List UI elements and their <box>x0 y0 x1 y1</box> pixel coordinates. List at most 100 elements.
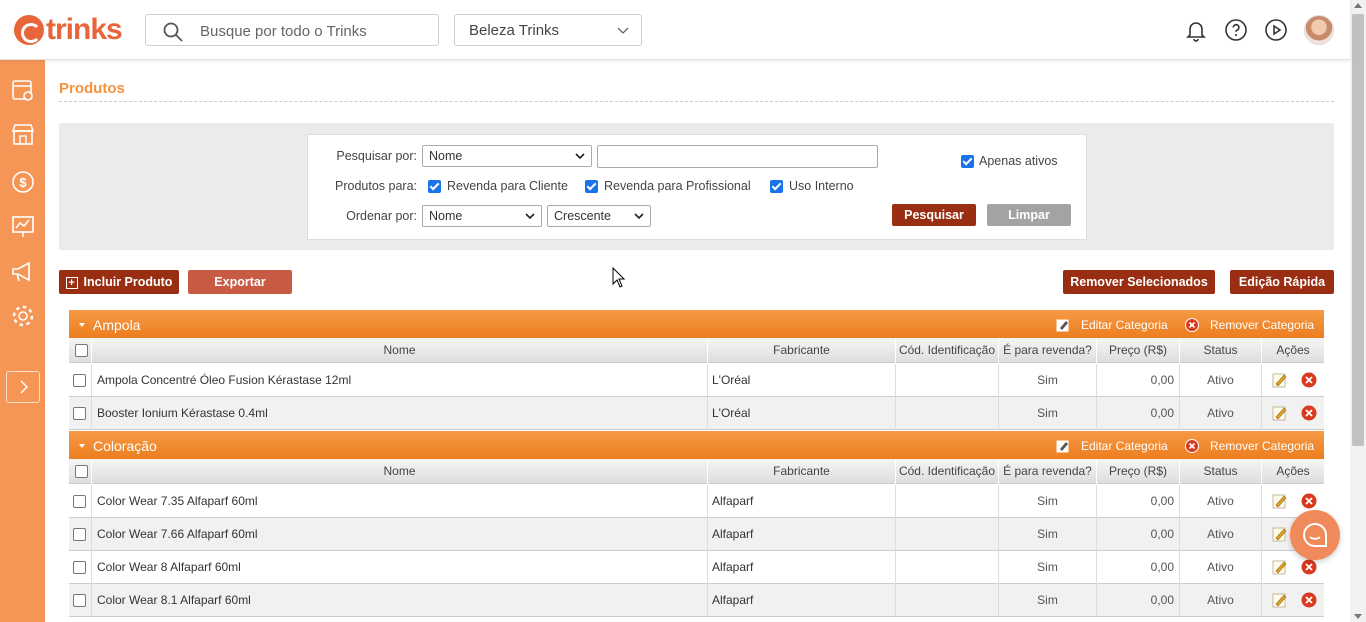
edit-category-link[interactable]: Editar Categoria <box>1081 318 1168 332</box>
row-checkbox[interactable] <box>73 374 86 387</box>
clear-button[interactable]: Limpar <box>987 204 1071 226</box>
cell-maker: L'Oréal <box>707 364 895 397</box>
column-header-codigo[interactable]: Cód. Identificação <box>895 459 998 484</box>
store-icon[interactable] <box>10 122 36 148</box>
search-button[interactable]: Pesquisar <box>892 204 976 226</box>
resale-professional-checkbox[interactable] <box>585 180 598 193</box>
sidebar-expand-button[interactable] <box>6 371 40 403</box>
edit-category-link[interactable]: Editar Categoria <box>1081 439 1168 453</box>
row-checkbox[interactable] <box>73 561 86 574</box>
edit-icon[interactable] <box>1272 526 1288 542</box>
only-active-checkbox[interactable] <box>961 155 974 168</box>
column-header-nome[interactable]: Nome <box>91 459 707 484</box>
cell-price: 0,00 <box>1096 397 1179 430</box>
column-header-fabricante[interactable]: Fabricante <box>707 459 895 484</box>
table-row: Color Wear 7.35 Alfaparf 60ml Alfaparf Sim… <box>69 485 1324 518</box>
chevron-right-icon <box>20 380 29 394</box>
order-by-select[interactable]: Nome <box>422 205 542 227</box>
plus-icon: + <box>65 277 78 289</box>
search-text-field[interactable] <box>597 145 878 168</box>
remove-icon[interactable] <box>1185 318 1199 332</box>
row-checkbox[interactable] <box>73 528 86 541</box>
row-checkbox[interactable] <box>73 594 86 607</box>
chevron-down-icon <box>617 27 629 34</box>
edit-icon[interactable] <box>1272 405 1288 421</box>
column-header-status[interactable]: Status <box>1179 338 1261 363</box>
collapse-caret-icon[interactable] <box>79 444 85 448</box>
cell-code <box>895 584 998 617</box>
column-header-status[interactable]: Status <box>1179 459 1261 484</box>
delete-icon[interactable] <box>1301 559 1317 575</box>
column-header-nome[interactable]: Nome <box>91 338 707 363</box>
agenda-icon[interactable] <box>10 77 36 103</box>
products-for-label: Produtos para: <box>335 179 417 193</box>
cell-actions <box>1261 584 1324 617</box>
play-video-icon[interactable] <box>1264 18 1288 42</box>
row-checkbox[interactable] <box>73 407 86 420</box>
scroll-up-arrow[interactable] <box>1354 3 1362 8</box>
resale-client-checkbox[interactable] <box>428 180 441 193</box>
finance-icon[interactable]: $ <box>10 169 36 195</box>
help-icon[interactable] <box>1224 18 1248 42</box>
select-all-checkbox[interactable] <box>75 465 88 478</box>
category-header-ampola[interactable]: Ampola Editar Categoria Remover Categori… <box>69 310 1324 339</box>
filter-form: Pesquisar por: Nome Produtos para: Reven… <box>307 134 1087 240</box>
cell-maker: Alfaparf <box>707 485 895 518</box>
global-search[interactable] <box>145 14 439 46</box>
chevron-down-icon <box>575 153 585 160</box>
search-by-select[interactable]: Nome <box>422 145 592 167</box>
edit-icon[interactable] <box>1056 318 1070 332</box>
remove-icon[interactable] <box>1185 439 1199 453</box>
remove-category-link[interactable]: Remover Categoria <box>1210 318 1314 332</box>
category-header-coloracao[interactable]: Coloração Editar Categoria Remover Categ… <box>69 431 1324 460</box>
column-header-revenda[interactable]: É para revenda? <box>998 338 1096 363</box>
edit-icon[interactable] <box>1056 439 1070 453</box>
cell-resale: Sim <box>998 397 1096 430</box>
column-header-fabricante[interactable]: Fabricante <box>707 338 895 363</box>
collapse-caret-icon[interactable] <box>79 323 85 327</box>
user-avatar[interactable] <box>1304 15 1334 45</box>
column-header-preco[interactable]: Preço (R$) <box>1096 459 1179 484</box>
internal-use-checkbox[interactable] <box>770 180 783 193</box>
trinks-logo[interactable]: trinks <box>14 13 123 46</box>
establishment-select[interactable]: Beleza Trinks <box>454 14 642 46</box>
reports-icon[interactable] <box>10 214 36 240</box>
delete-icon[interactable] <box>1301 592 1317 608</box>
chevron-down-icon <box>634 213 644 220</box>
logo-text: trinks <box>46 13 123 46</box>
edit-icon[interactable] <box>1272 592 1288 608</box>
column-header-codigo[interactable]: Cód. Identificação <box>895 338 998 363</box>
scrollbar-thumb[interactable] <box>1352 14 1364 446</box>
delete-icon[interactable] <box>1301 372 1317 388</box>
search-input[interactable] <box>200 21 430 41</box>
include-product-label: Incluir Produto <box>83 275 173 289</box>
order-direction-value: Crescente <box>554 209 611 223</box>
edit-icon[interactable] <box>1272 493 1288 509</box>
edit-icon[interactable] <box>1272 559 1288 575</box>
row-checkbox[interactable] <box>73 495 86 508</box>
delete-icon[interactable] <box>1301 405 1317 421</box>
column-header-acoes: Ações <box>1261 459 1324 484</box>
settings-icon[interactable] <box>10 303 36 329</box>
include-product-button[interactable]: + Incluir Produto <box>59 270 179 294</box>
resale-professional-label: Revenda para Profissional <box>604 179 751 193</box>
remove-selected-button[interactable]: Remover Selecionados <box>1063 270 1215 294</box>
delete-icon[interactable] <box>1301 493 1317 509</box>
cell-maker: Alfaparf <box>707 584 895 617</box>
chat-support-button[interactable] <box>1290 510 1340 560</box>
order-direction-select[interactable]: Crescente <box>547 205 651 227</box>
vertical-scrollbar[interactable] <box>1350 0 1366 622</box>
cell-status: Ativo <box>1179 397 1261 430</box>
edit-icon[interactable] <box>1272 372 1288 388</box>
scroll-down-arrow[interactable] <box>1354 614 1362 619</box>
remove-category-link[interactable]: Remover Categoria <box>1210 439 1314 453</box>
cell-resale: Sim <box>998 551 1096 584</box>
column-header-preco[interactable]: Preço (R$) <box>1096 338 1179 363</box>
column-header-revenda[interactable]: É para revenda? <box>998 459 1096 484</box>
select-all-checkbox[interactable] <box>75 344 88 357</box>
internal-use-label: Uso Interno <box>789 179 854 193</box>
quick-edit-button[interactable]: Edição Rápida <box>1230 270 1334 294</box>
export-button[interactable]: Exportar <box>188 270 292 294</box>
marketing-icon[interactable] <box>10 259 36 285</box>
bell-icon[interactable] <box>1184 18 1208 42</box>
